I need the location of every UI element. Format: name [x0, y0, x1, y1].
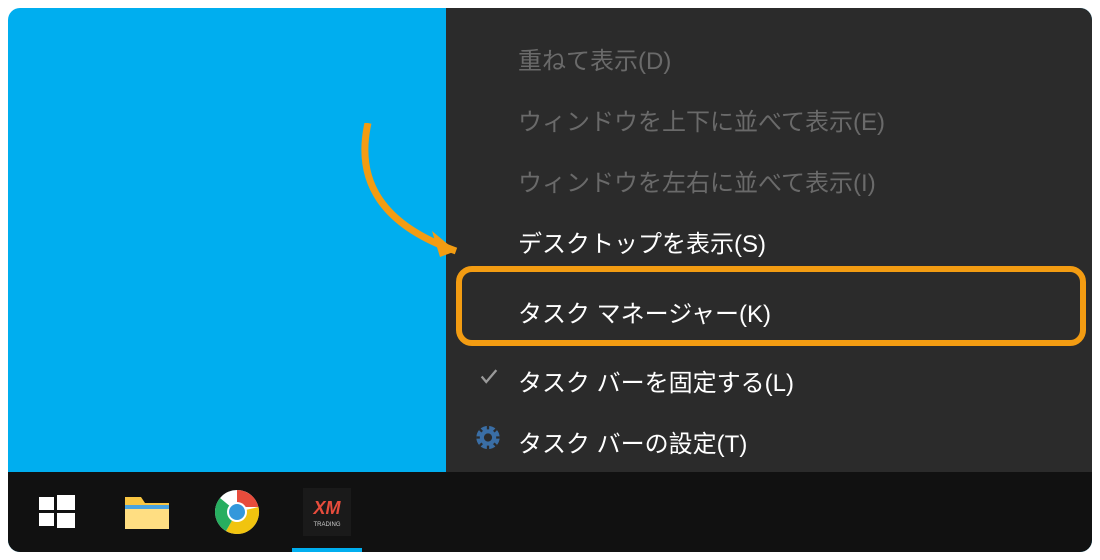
menu-item-taskbar-settings[interactable]: タスク バーの設定(T): [446, 411, 1092, 472]
gear-icon: [474, 424, 502, 459]
menu-item-stack-vertical[interactable]: ウィンドウを上下に並べて表示(E): [446, 89, 1092, 150]
check-icon: [478, 366, 500, 395]
taskbar-item-file-explorer[interactable]: [102, 472, 192, 552]
menu-item-cascade[interactable]: 重ねて表示(D): [446, 28, 1092, 89]
menu-item-label: タスク バーの設定(T): [518, 424, 747, 459]
chrome-icon: [214, 489, 260, 535]
menu-item-label: デスクトップを表示(S): [518, 224, 766, 259]
start-button[interactable]: [12, 472, 102, 552]
menu-item-label: タスク マネージャー(K): [518, 294, 771, 329]
file-explorer-icon: [123, 491, 171, 533]
svg-text:TRADING: TRADING: [314, 522, 341, 528]
menu-item-show-desktop[interactable]: デスクトップを表示(S): [446, 211, 1092, 272]
menu-item-lock-taskbar[interactable]: タスク バーを固定する(L): [446, 350, 1092, 411]
windows-icon: [39, 494, 75, 530]
desktop-background: 重ねて表示(D) ウィンドウを上下に並べて表示(E) ウィンドウを左右に並べて表…: [8, 8, 1092, 552]
menu-item-label: ウィンドウを左右に並べて表示(I): [518, 163, 876, 198]
menu-item-label: ウィンドウを上下に並べて表示(E): [518, 102, 885, 137]
menu-item-label: タスク バーを固定する(L): [518, 363, 794, 398]
active-app-indicator: [292, 548, 362, 552]
xm-trading-icon: XM TRADING: [303, 488, 351, 536]
menu-item-task-manager[interactable]: タスク マネージャー(K): [446, 281, 1092, 342]
taskbar-context-menu: 重ねて表示(D) ウィンドウを上下に並べて表示(E) ウィンドウを左右に並べて表…: [446, 8, 1092, 472]
menu-item-label: 重ねて表示(D): [518, 41, 671, 76]
taskbar-item-chrome[interactable]: [192, 472, 282, 552]
svg-text:XM: XM: [313, 498, 342, 518]
taskbar-item-xm-trading[interactable]: XM TRADING: [282, 472, 372, 552]
taskbar: XM TRADING: [8, 472, 1092, 552]
menu-item-stack-horizontal[interactable]: ウィンドウを左右に並べて表示(I): [446, 150, 1092, 211]
